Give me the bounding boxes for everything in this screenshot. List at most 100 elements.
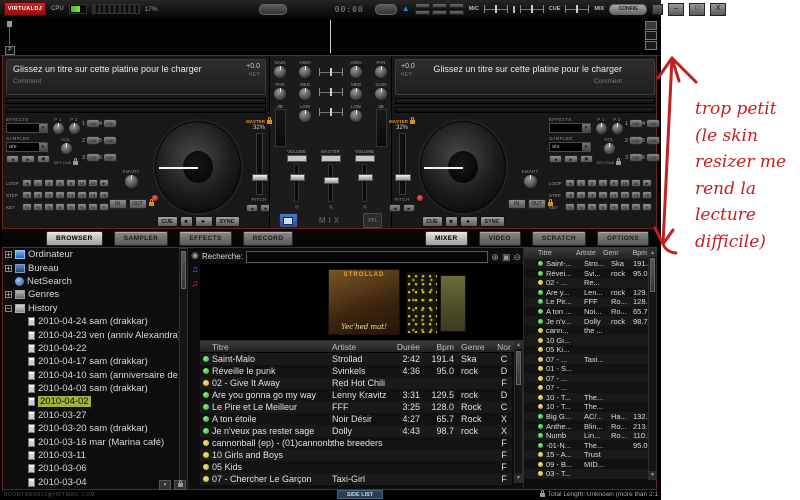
step-button[interactable]: +1 [609,191,619,199]
key-button[interactable]: ½ [22,203,32,211]
pan-knob-right[interactable] [374,65,388,79]
music-note-red-icon[interactable]: ♫ [192,278,199,288]
minimize-button[interactable]: – [668,3,684,16]
key-button[interactable]: ½ [631,203,641,211]
step-button[interactable]: -1 [598,191,608,199]
column-header-nor[interactable]: Nor [496,342,512,352]
column-header-genre[interactable]: Genre [454,342,496,352]
sampler-volume-knob[interactable] [603,142,616,155]
track-row[interactable]: 10 Girls and BoysF [200,449,512,461]
master-fader[interactable] [328,164,333,202]
step-button[interactable]: -4 [576,191,586,199]
sampler-select[interactable]: aïe ▾ [549,142,591,152]
cue-button[interactable]: CUE [629,119,643,128]
tree-item[interactable]: +Bureau [3,261,179,274]
stop-button[interactable]: ■ [180,216,193,227]
disc-icon[interactable]: ◉ [191,250,199,260]
sidelist-row[interactable]: 05 Ki... [524,345,649,355]
track-row[interactable]: Are you gonna go my wayLenny Kravitz3:31… [200,389,512,401]
sampler-select[interactable]: aïe ▾ [6,142,48,152]
wave-view-button-1[interactable] [645,21,657,30]
kill-high-slider[interactable] [319,68,343,76]
zoom-in-icon[interactable]: ⊕ [491,252,499,262]
eq-low-knob-right[interactable] [349,109,363,123]
side-column-header-titre[interactable]: Titre [538,250,576,257]
track-row[interactable]: Le Pire et Le MeilleurFFF3:25128.0RockC [200,401,512,413]
pitch-bend-minus-button[interactable]: ◄ [389,204,401,212]
tree-item[interactable]: 2010-04-22 [3,342,179,355]
sidelist-row[interactable]: Saint-...Stro...Ska191.4 [524,259,649,269]
eq-med-knob-left[interactable] [298,87,312,101]
cue-mix-slider[interactable] [565,5,589,13]
scroll-up-icon[interactable]: ▲ [515,341,522,349]
sidelist-row[interactable]: 10 - T...The... [524,393,649,403]
smart-loop-knob[interactable] [523,174,538,189]
eq-high-knob-left[interactable] [298,65,312,79]
sync-button[interactable]: SYNC [480,216,505,227]
loop-button[interactable]: 4 [55,179,65,187]
track-row[interactable]: A ton étoileNoir Désir4:2765.7RockX [200,413,512,425]
pfl-left-button[interactable] [279,213,298,228]
sidelist-row[interactable]: 01 - S... [524,364,649,374]
loop-button[interactable]: 32 [631,179,641,187]
eq-high-knob-right[interactable] [349,65,363,79]
loop-button[interactable]: 16 [620,179,630,187]
pitch-slider-handle[interactable] [252,174,268,181]
tree-item[interactable]: +Ordinateur [3,248,179,261]
effect-param2-knob[interactable] [68,122,81,135]
loop-button[interactable]: ◄ [22,179,32,187]
pfl-right-button[interactable]: PFL [363,213,382,228]
sync-button[interactable]: SYNC [215,216,240,227]
album-cover-3[interactable] [440,275,466,332]
scroll-down-icon[interactable]: ▼ [515,474,522,482]
key-button[interactable]: ⅞ [44,203,54,211]
key-button[interactable]: ¾ [576,203,586,211]
loop-button[interactable]: 1 [33,179,43,187]
sidelist-row[interactable]: Anthe...Blin...Ro...213.0 [524,421,649,431]
sample-rec-button[interactable]: ▣ [580,155,593,163]
sidelist-row[interactable]: 03 - T... [524,469,649,479]
loop-out-button[interactable]: OUT [129,199,147,209]
sidelist-row[interactable]: Je n'v...Dollyrock98.7 [524,316,649,326]
pitch-bend-plus-button[interactable]: ► [403,204,415,212]
side-column-header-genr[interactable]: Genr [603,250,625,257]
gain-knob-left[interactable] [273,65,287,79]
step-button[interactable]: -2 [44,191,54,199]
tab-sampler[interactable]: SAMPLER [114,231,169,246]
step-button[interactable]: -8 [22,191,32,199]
key-button[interactable]: ¾ [33,203,43,211]
key-button[interactable]: 0 [598,203,608,211]
tree-item[interactable]: 2010-04-03 sam (drakkar) [3,382,179,395]
music-note-blue-icon[interactable]: ♫ [192,264,199,274]
tree-item[interactable]: 2010-03-04 [3,476,179,489]
tree-item[interactable]: 2010-03-20 sam (drakkar) [3,422,179,435]
jog-wheel[interactable] [155,121,241,213]
tree-item[interactable]: −History [3,302,179,315]
tree-item[interactable]: 2010-04-10 sam (anniversaire de la... [3,369,179,382]
eq-med-knob-right[interactable] [349,87,363,101]
cue-button[interactable]: CUE [157,216,178,227]
tree-item[interactable]: 2010-04-02 [3,395,179,408]
list-options-button[interactable]: ▾ [159,480,171,490]
key-button[interactable]: + [99,203,109,211]
column-header-titre[interactable]: Titre [212,342,332,352]
autoplay-icon[interactable]: ▲ [402,5,410,13]
step-button[interactable]: +2 [620,191,630,199]
side-list-scrollbar[interactable]: ▲ ▼ [648,248,657,480]
sidelist-row[interactable]: -01-N...The...95.0 [524,440,649,450]
loop-button[interactable]: ► [99,179,109,187]
play-button[interactable]: ► [195,216,213,227]
tab-browser[interactable]: BROWSER [46,231,103,246]
side-list-button[interactable]: SIDE LIST [337,490,383,499]
loop-button[interactable]: ◄ [565,179,575,187]
album-cover-main[interactable]: STROLLAD Yec'hed mat! [328,269,400,335]
column-header-artiste[interactable]: Artiste [332,342,388,352]
kill-low-slider[interactable] [319,108,343,116]
tab-record[interactable]: RECORD [243,231,294,246]
scroll-down-icon[interactable]: ▼ [649,471,656,479]
step-button[interactable]: +4 [88,191,98,199]
sidelist-row[interactable]: 10 Gi... [524,335,649,345]
track-row[interactable]: 05 KidsF [200,461,512,473]
mic-volume-slider[interactable] [484,5,508,13]
lock-button[interactable] [174,480,186,490]
